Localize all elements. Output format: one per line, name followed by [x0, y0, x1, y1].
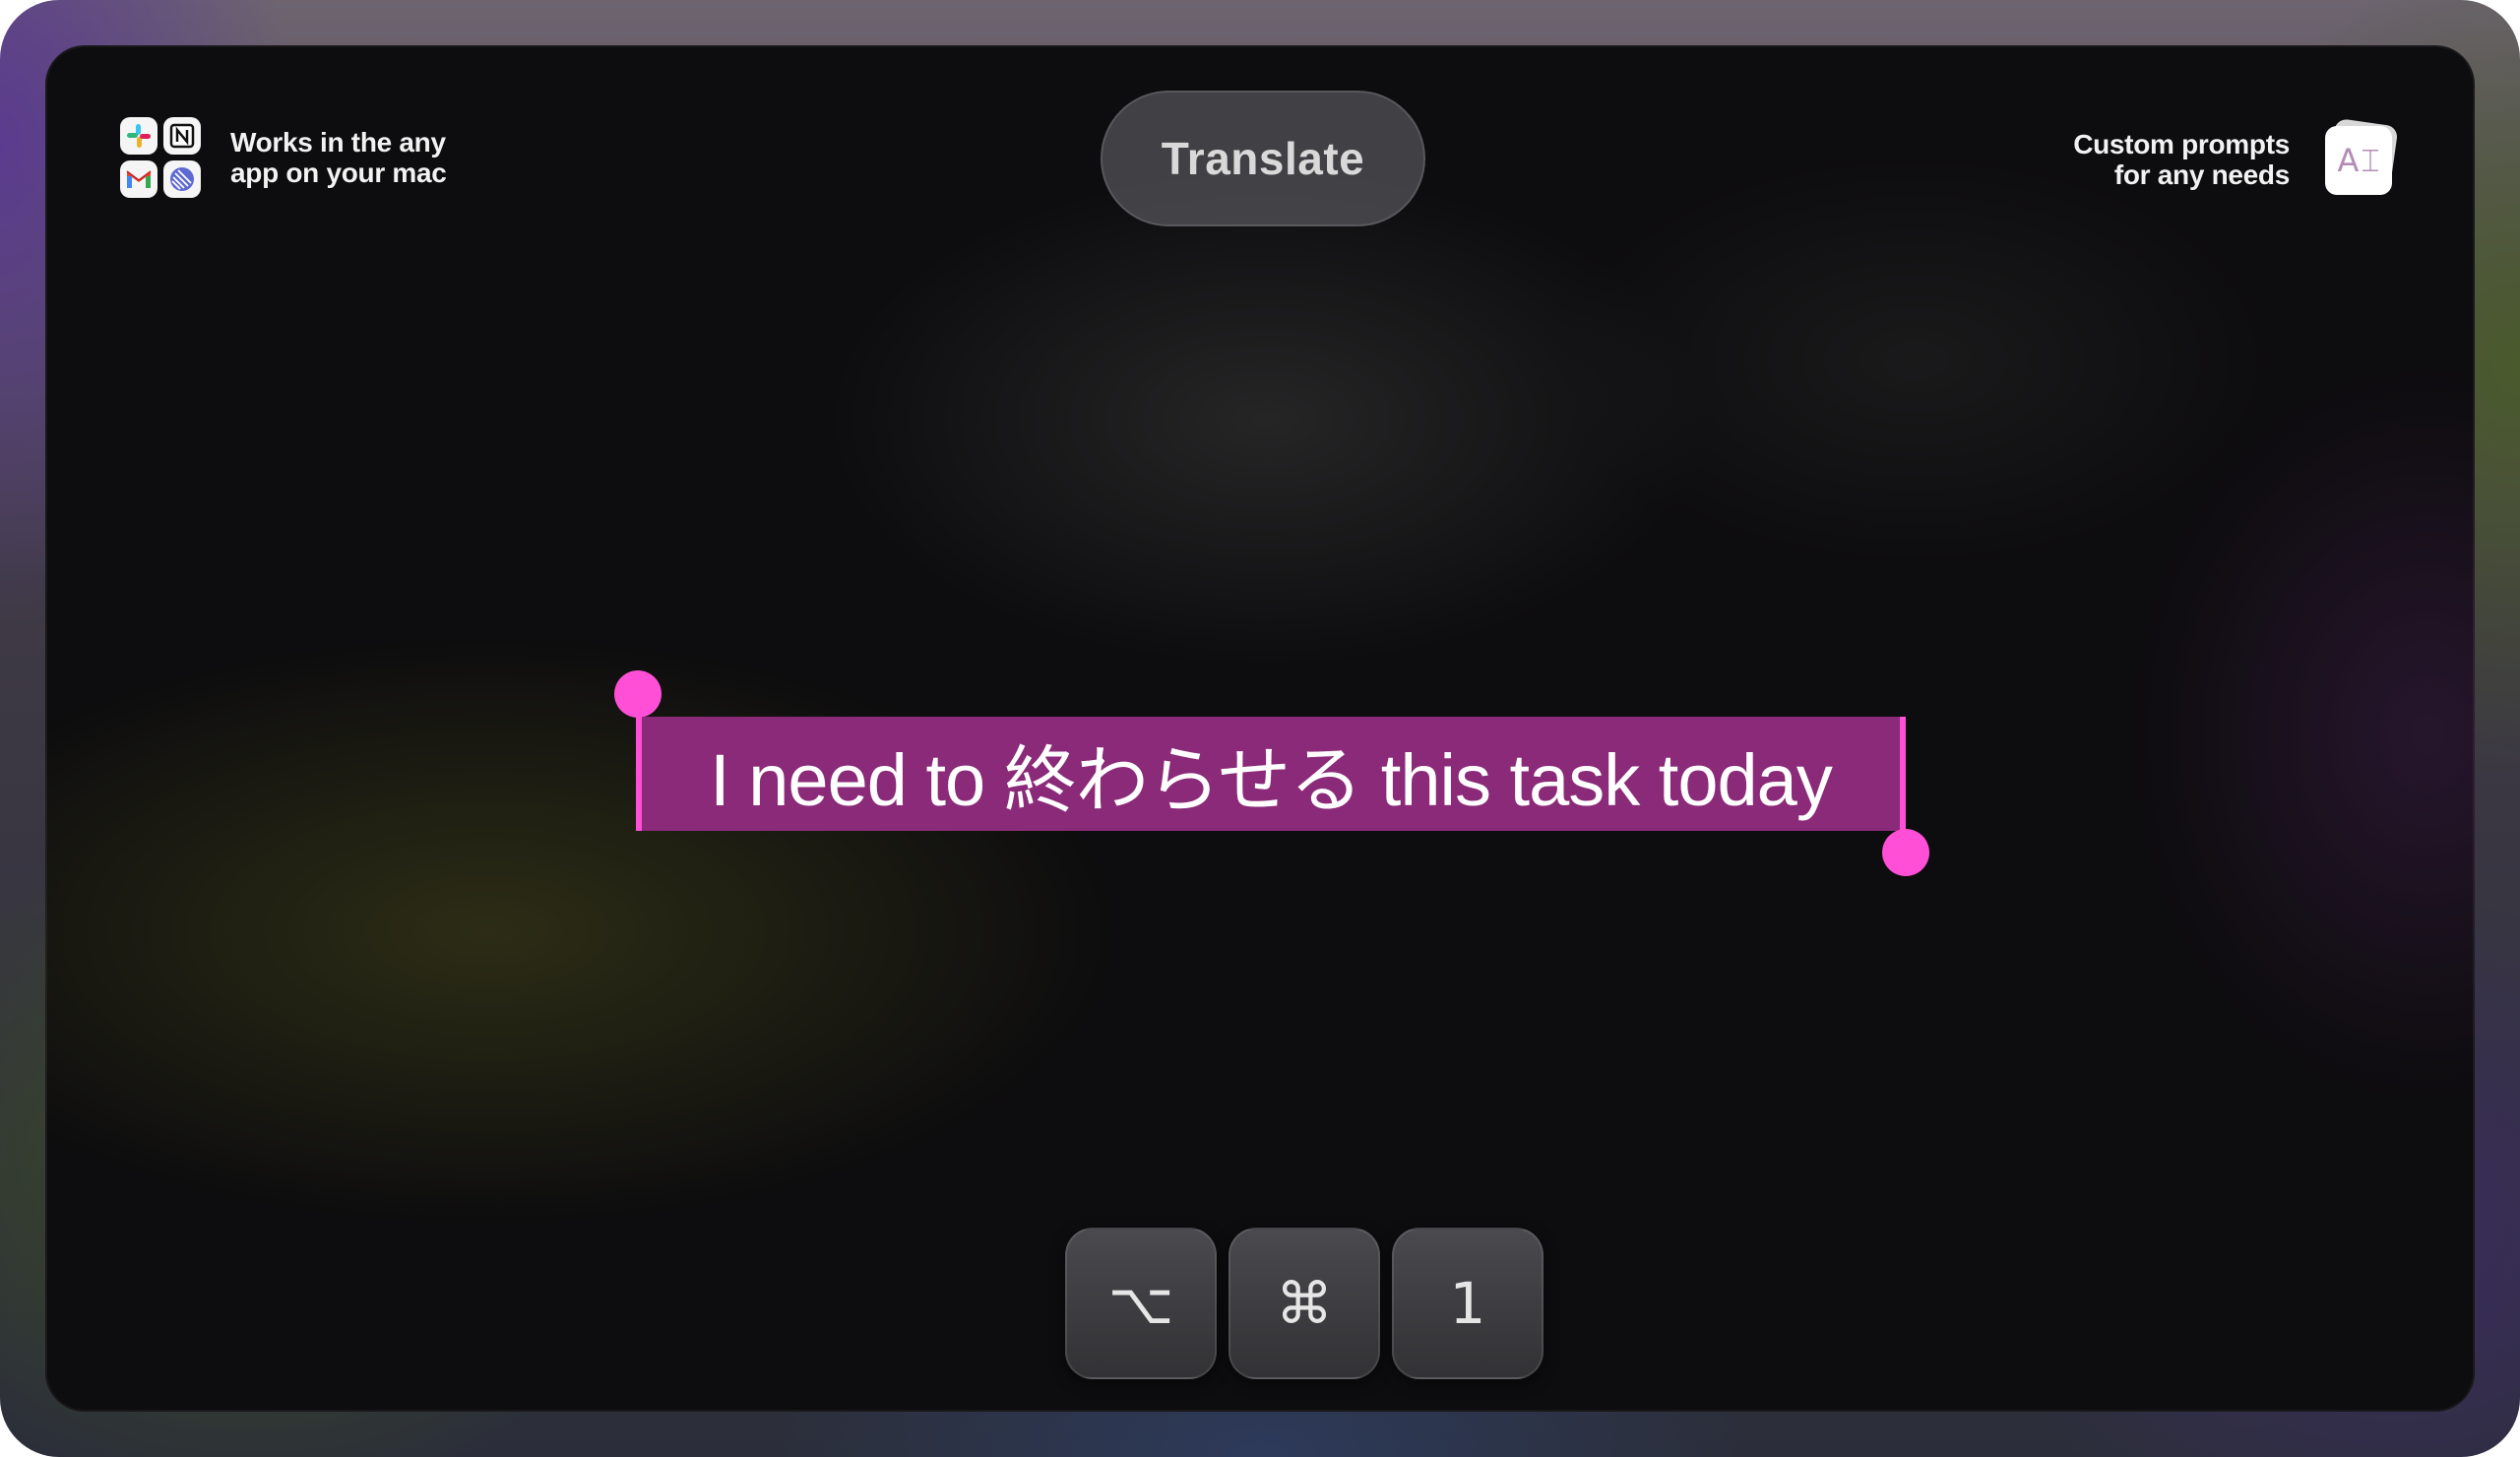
- demo-panel: Works in the any app on your mac Transla…: [45, 45, 2475, 1412]
- app-compatibility-line-1: Works in the any: [230, 127, 446, 158]
- command-key: ⌘: [1228, 1228, 1380, 1379]
- selected-text-highlight[interactable]: I need to 終わらせる this task today: [636, 717, 1906, 831]
- ai-card-front: A ⌶: [2325, 126, 2392, 195]
- selected-text: I need to 終わらせる this task today: [710, 738, 1833, 821]
- custom-prompts-feature: Custom prompts for any needs A ⌶: [2073, 117, 2399, 197]
- background-scene: Works in the any app on your mac Transla…: [0, 0, 2520, 1457]
- app-icons-grid: [120, 117, 201, 198]
- slack-icon: [120, 117, 158, 155]
- custom-prompts-line-1: Custom prompts: [2073, 129, 2290, 159]
- app-compatibility-text: Works in the any app on your mac: [230, 127, 447, 188]
- linear-icon: [163, 160, 201, 198]
- text-selection: I need to 終わらせる this task today: [614, 670, 1929, 876]
- selection-end-handle[interactable]: [1882, 829, 1929, 876]
- ai-icon-letter: A: [2337, 142, 2360, 179]
- keyboard-shortcut: ⌥ ⌘ 1: [1065, 1228, 1544, 1379]
- app-compatibility-line-2: app on your mac: [230, 158, 447, 188]
- number-1-key: 1: [1392, 1228, 1544, 1379]
- option-key: ⌥: [1065, 1228, 1217, 1379]
- notion-icon: [163, 117, 201, 155]
- translate-button[interactable]: Translate: [1101, 91, 1425, 226]
- custom-prompts-line-2: for any needs: [2113, 159, 2290, 190]
- custom-prompts-text: Custom prompts for any needs: [2073, 129, 2290, 190]
- app-compatibility-feature: Works in the any app on your mac: [120, 117, 447, 198]
- ai-prompt-icon: A ⌶: [2323, 117, 2399, 197]
- selection-start-handle[interactable]: [614, 670, 662, 718]
- text-cursor-icon: ⌶: [2361, 141, 2380, 179]
- gmail-icon: [120, 160, 158, 198]
